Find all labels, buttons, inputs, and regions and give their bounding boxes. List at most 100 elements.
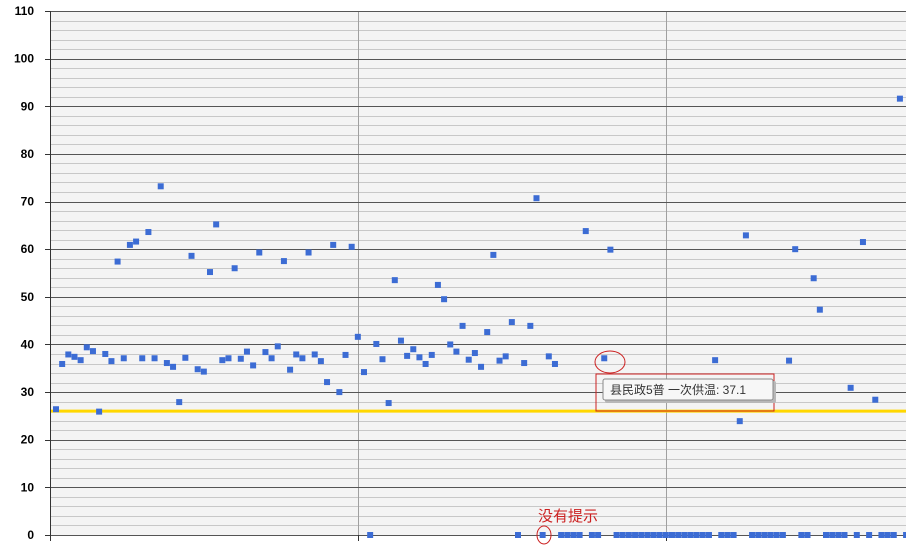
data-point[interactable] bbox=[453, 348, 460, 355]
data-point[interactable] bbox=[243, 348, 250, 355]
data-point[interactable] bbox=[274, 343, 281, 350]
data-point[interactable] bbox=[434, 281, 441, 288]
data-point[interactable] bbox=[459, 322, 466, 329]
data-point[interactable] bbox=[102, 350, 109, 357]
data-point[interactable] bbox=[114, 258, 121, 265]
data-point[interactable] bbox=[59, 360, 66, 367]
data-point[interactable] bbox=[447, 341, 454, 348]
data-point[interactable] bbox=[810, 275, 817, 282]
data-point[interactable] bbox=[471, 350, 478, 357]
data-point[interactable] bbox=[280, 258, 287, 265]
data-point[interactable] bbox=[601, 355, 608, 362]
data-point[interactable] bbox=[256, 249, 263, 256]
data-point[interactable] bbox=[126, 241, 133, 248]
data-point[interactable] bbox=[194, 366, 201, 373]
data-point[interactable] bbox=[712, 357, 719, 364]
data-point[interactable] bbox=[588, 532, 595, 538]
data-point[interactable] bbox=[724, 532, 731, 538]
data-point[interactable] bbox=[792, 246, 799, 253]
data-point[interactable] bbox=[878, 532, 885, 538]
data-point[interactable] bbox=[508, 319, 515, 326]
data-point[interactable] bbox=[336, 389, 343, 396]
data-point[interactable] bbox=[515, 532, 521, 538]
data-point[interactable] bbox=[607, 246, 614, 253]
data-point[interactable] bbox=[619, 532, 626, 538]
data-point[interactable] bbox=[133, 238, 140, 245]
data-point[interactable] bbox=[545, 353, 552, 360]
data-point[interactable] bbox=[262, 349, 269, 356]
data-point[interactable] bbox=[730, 532, 737, 538]
data-point[interactable] bbox=[416, 354, 423, 361]
data-point[interactable] bbox=[151, 355, 158, 362]
data-point[interactable] bbox=[324, 379, 331, 386]
data-point[interactable] bbox=[533, 195, 540, 202]
data-point[interactable] bbox=[231, 265, 238, 272]
data-point[interactable] bbox=[539, 532, 546, 538]
data-point[interactable] bbox=[108, 358, 115, 365]
data-point[interactable] bbox=[841, 532, 848, 538]
data-point[interactable] bbox=[250, 362, 257, 369]
data-point[interactable] bbox=[330, 241, 337, 248]
data-point[interactable] bbox=[385, 400, 392, 407]
data-point[interactable] bbox=[397, 337, 404, 344]
data-point[interactable] bbox=[742, 232, 749, 239]
data-point[interactable] bbox=[305, 249, 312, 256]
data-point[interactable] bbox=[527, 322, 534, 329]
data-point[interactable] bbox=[551, 360, 558, 367]
data-point[interactable] bbox=[798, 532, 805, 538]
data-point[interactable] bbox=[687, 532, 694, 538]
data-point[interactable] bbox=[139, 355, 146, 362]
data-point[interactable] bbox=[681, 532, 688, 538]
data-point[interactable] bbox=[225, 355, 232, 362]
data-point[interactable] bbox=[465, 356, 472, 363]
data-point[interactable] bbox=[170, 363, 177, 370]
data-point[interactable] bbox=[859, 239, 866, 246]
data-point[interactable] bbox=[816, 306, 823, 313]
data-point[interactable] bbox=[613, 532, 620, 538]
data-point[interactable] bbox=[884, 532, 891, 538]
data-point[interactable] bbox=[761, 532, 768, 538]
data-point[interactable] bbox=[157, 183, 164, 190]
data-point[interactable] bbox=[287, 366, 294, 373]
data-point[interactable] bbox=[207, 269, 213, 276]
data-point[interactable] bbox=[367, 532, 374, 538]
data-point[interactable] bbox=[736, 418, 743, 425]
data-point[interactable] bbox=[410, 346, 417, 353]
data-point[interactable] bbox=[786, 357, 793, 364]
data-point[interactable] bbox=[835, 532, 842, 538]
data-point[interactable] bbox=[779, 532, 786, 538]
data-point[interactable] bbox=[96, 408, 103, 415]
data-point[interactable] bbox=[484, 329, 491, 336]
data-point[interactable] bbox=[638, 532, 645, 538]
data-point[interactable] bbox=[755, 532, 762, 538]
data-point[interactable] bbox=[348, 243, 355, 250]
data-point[interactable] bbox=[699, 532, 706, 538]
data-point[interactable] bbox=[120, 355, 127, 362]
data-point[interactable] bbox=[299, 355, 306, 362]
data-point[interactable] bbox=[576, 532, 583, 538]
data-point[interactable] bbox=[829, 532, 836, 538]
data-point[interactable] bbox=[404, 352, 411, 359]
data-point[interactable] bbox=[428, 351, 435, 358]
data-point[interactable] bbox=[71, 353, 78, 360]
data-point[interactable] bbox=[749, 532, 756, 538]
data-point[interactable] bbox=[662, 532, 669, 538]
data-point[interactable] bbox=[496, 357, 503, 364]
data-point[interactable] bbox=[570, 532, 577, 538]
data-point[interactable] bbox=[311, 351, 318, 358]
data-point[interactable] bbox=[379, 356, 386, 363]
data-point[interactable] bbox=[625, 532, 632, 538]
data-point[interactable] bbox=[693, 532, 700, 538]
data-point[interactable] bbox=[77, 357, 84, 364]
data-point[interactable] bbox=[373, 340, 380, 347]
data-point[interactable] bbox=[767, 532, 774, 538]
data-point[interactable] bbox=[896, 95, 903, 102]
data-point[interactable] bbox=[644, 532, 651, 538]
data-point[interactable] bbox=[478, 363, 485, 370]
data-point[interactable] bbox=[773, 532, 780, 538]
data-point[interactable] bbox=[502, 353, 509, 360]
data-point[interactable] bbox=[558, 532, 565, 538]
data-point[interactable] bbox=[354, 333, 361, 340]
data-point[interactable] bbox=[872, 396, 879, 403]
data-point[interactable] bbox=[83, 344, 90, 351]
